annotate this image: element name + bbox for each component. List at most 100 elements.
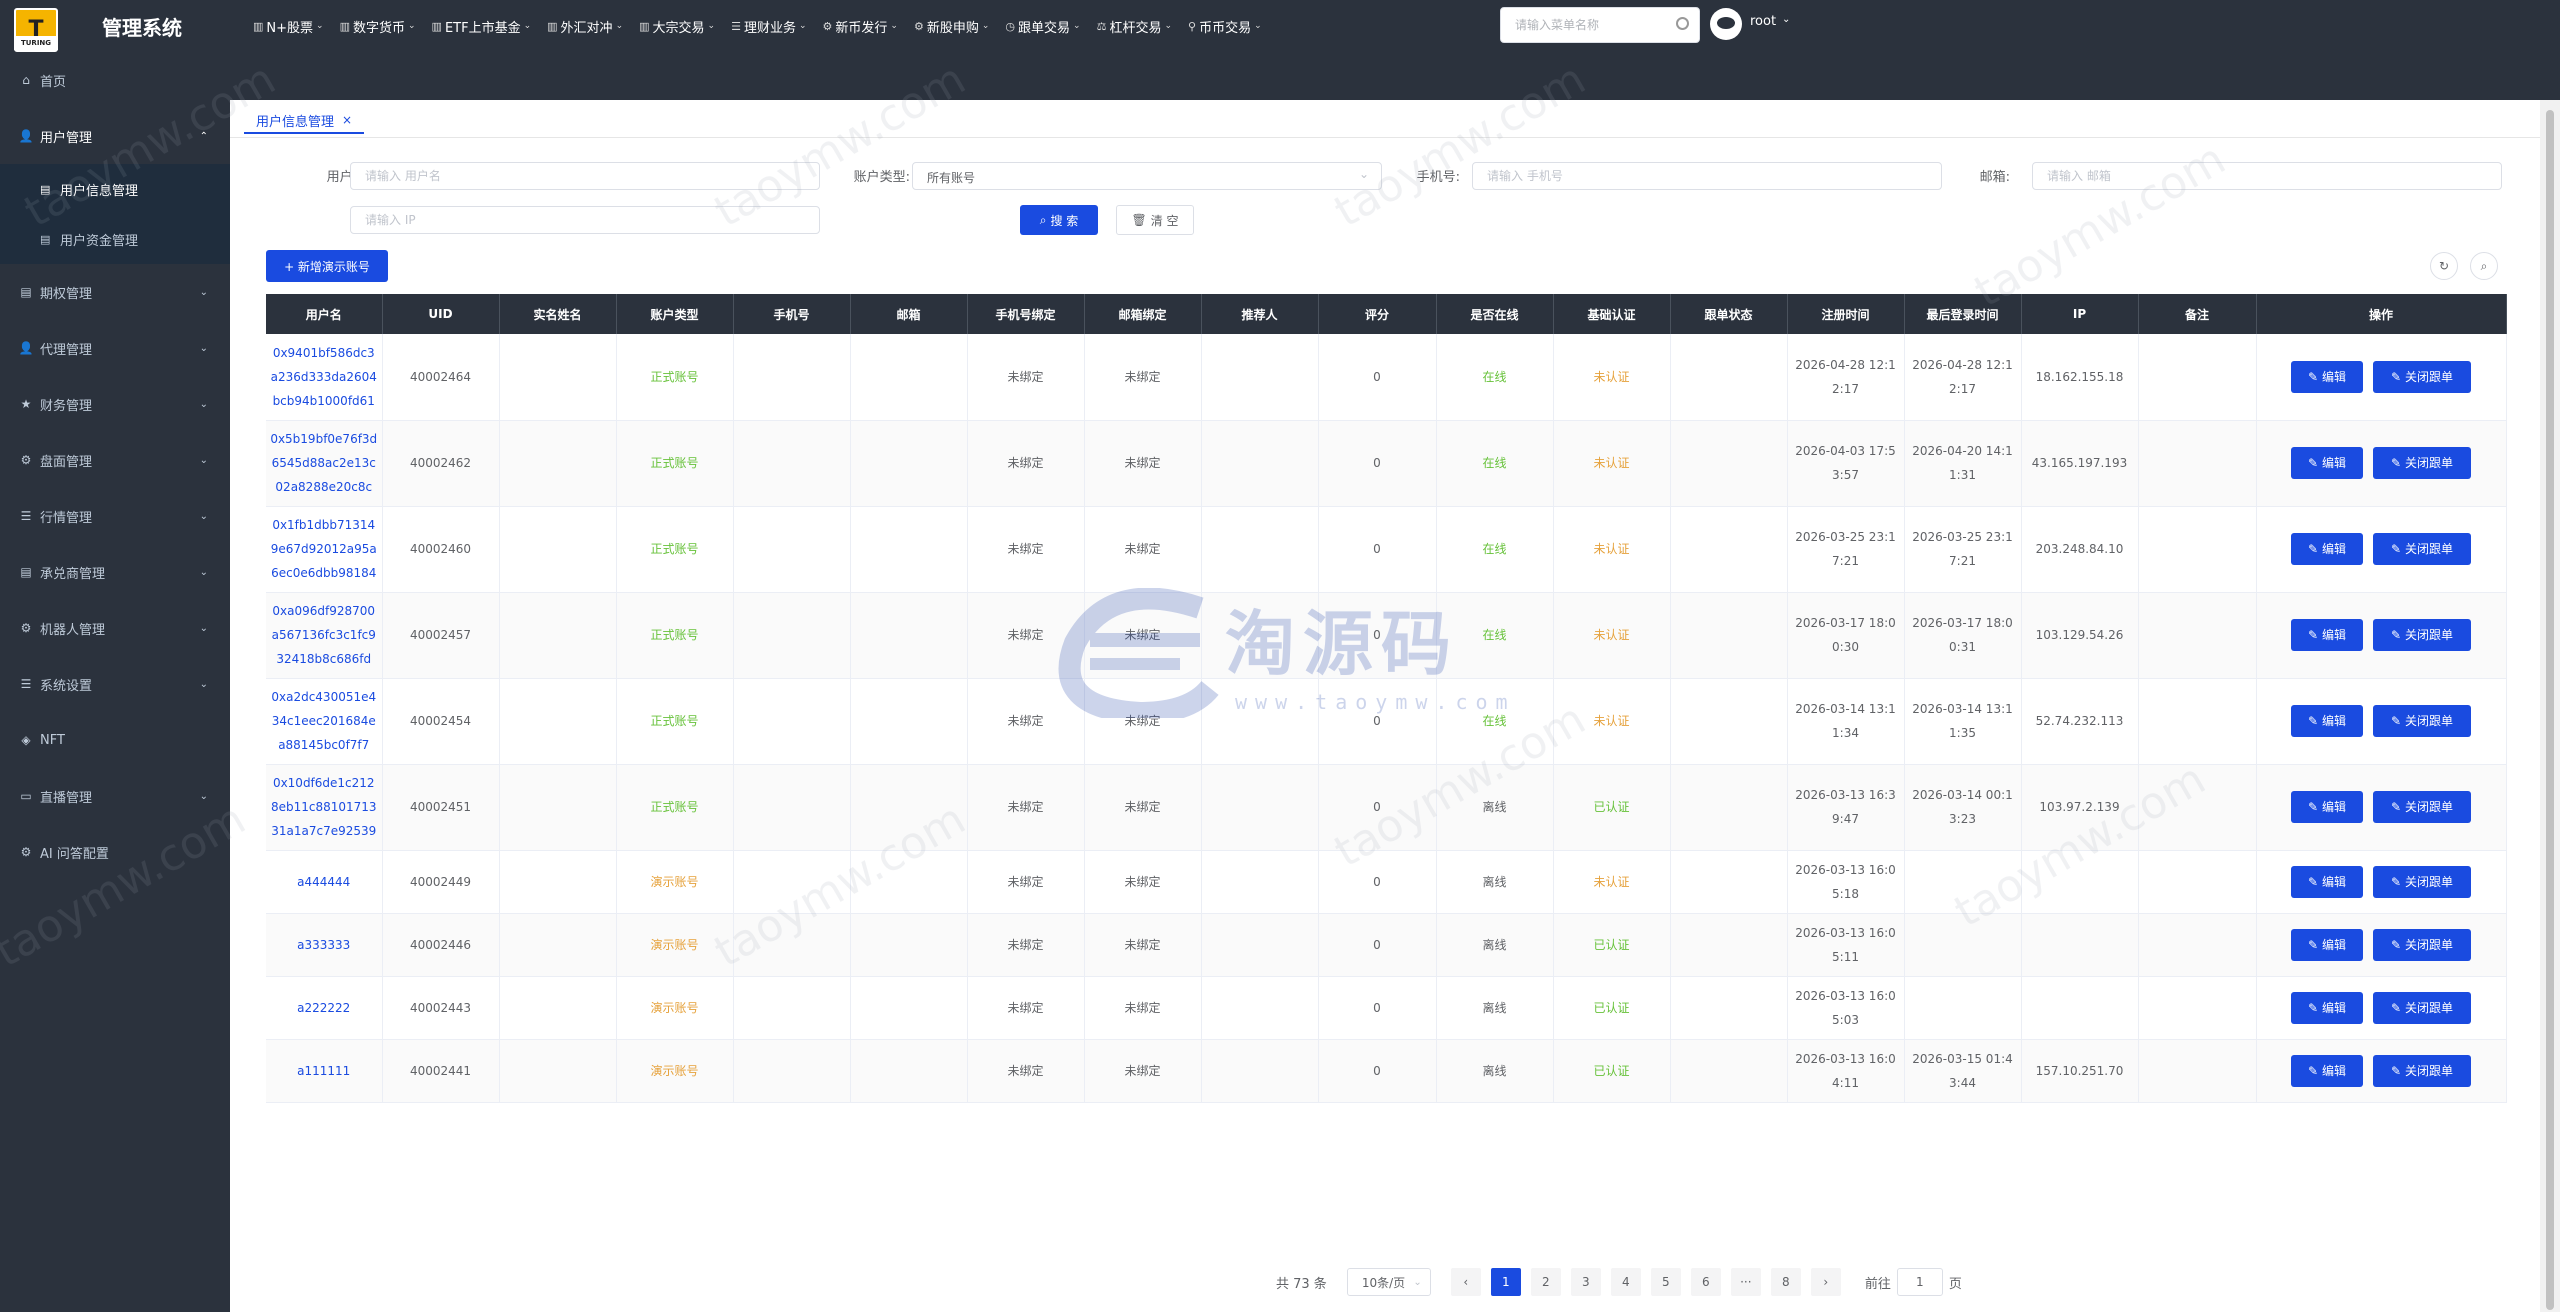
search-button[interactable]: ⌕ 搜 索 xyxy=(1020,205,1098,235)
tab-user-info[interactable]: 用户信息管理 × xyxy=(244,108,365,134)
username-field[interactable] xyxy=(350,162,820,190)
edit-button[interactable]: ✎ 编辑 xyxy=(2291,533,2363,565)
chevron-down-icon[interactable]: ⌄ xyxy=(1782,14,1790,25)
refresh-icon[interactable]: ↻ xyxy=(2430,252,2458,280)
clear-button[interactable]: 🗑 清 空 xyxy=(1116,205,1194,235)
sidebar-item-11[interactable]: ☰ 系统设置 ⌄ xyxy=(0,656,230,712)
close-icon[interactable]: × xyxy=(342,113,352,127)
avatar[interactable] xyxy=(1710,8,1742,40)
cell-email-bind: 未绑定 xyxy=(1084,764,1202,851)
edit-button-label: 编辑 xyxy=(2322,369,2347,384)
topnav-item-7[interactable]: ⚙ 新股申购 ⌄ xyxy=(909,17,994,36)
topnav-item-4[interactable]: ▥ 大宗交易 ⌄ xyxy=(634,17,720,36)
sidebar-item-14[interactable]: ⚙ AI 问答配置 xyxy=(0,824,230,880)
edit-button[interactable]: ✎ 编辑 xyxy=(2291,619,2363,651)
cell-username[interactable]: a222222 xyxy=(266,976,383,1040)
edit-button[interactable]: ✎ 编辑 xyxy=(2291,1054,2363,1087)
cell-username[interactable]: 0xa096df928700a567136fc3c1fc932418b8c686… xyxy=(266,592,383,679)
account-type-select[interactable]: 所有账号 ⌄ xyxy=(912,162,1382,190)
ip-input[interactable] xyxy=(351,207,819,233)
sidebar-item-9[interactable]: ▤ 承兑商管理 ⌄ xyxy=(0,544,230,600)
sidebar-item-1[interactable]: 👤 用户管理 ⌃ xyxy=(0,108,230,164)
page-button[interactable]: 1 xyxy=(1490,1268,1521,1296)
phone-field[interactable] xyxy=(1472,162,1942,190)
cell-username[interactable]: a333333 xyxy=(266,913,383,977)
column-header: 注册时间 xyxy=(1787,294,1905,334)
cell-username[interactable]: 0x9401bf586dc3a236d333da2604bcb94b1000fd… xyxy=(266,334,383,421)
close-follow-button[interactable]: ✎ 关闭跟单 xyxy=(2373,991,2471,1024)
page-button[interactable]: 6 xyxy=(1690,1268,1721,1296)
topnav-item-0[interactable]: ▥ N+股票 ⌄ xyxy=(248,17,329,36)
sidebar-item-12[interactable]: ◈ NFT xyxy=(0,712,230,768)
sidebar-item-6[interactable]: ★ 财务管理 ⌄ xyxy=(0,376,230,432)
cell-last-login: 2026-04-20 14:11:31 xyxy=(1904,420,2022,507)
page-button[interactable]: 3 xyxy=(1570,1268,1601,1296)
cell-username[interactable]: 0xa2dc430051e434c1eec201684ea88145bc0f7f… xyxy=(266,678,383,765)
cell-email xyxy=(850,506,968,593)
close-follow-button[interactable]: ✎ 关闭跟单 xyxy=(2373,791,2471,823)
close-follow-button[interactable]: ✎ 关闭跟单 xyxy=(2373,360,2471,393)
menu-search[interactable] xyxy=(1500,7,1700,43)
sidebar-sub-item-2[interactable]: ▤ 用户信息管理 xyxy=(0,164,230,214)
next-page-button[interactable]: › xyxy=(1810,1268,1841,1296)
cell-username[interactable]: a111111 xyxy=(266,1039,383,1103)
cell-username[interactable]: 0x10df6de1c2128eb11c8810171331a1a7c7e925… xyxy=(266,764,383,851)
sidebar-item-13[interactable]: ▭ 直播管理 ⌄ xyxy=(0,768,230,824)
page-size-select[interactable]: 10条/页 ⌄ xyxy=(1346,1268,1431,1296)
sidebar-item-0[interactable]: ⌂ 首页 xyxy=(0,52,230,108)
table-header-row: 用户名 UID 实名姓名 账户类型 手机号 邮箱 手机号绑定 邮箱绑定 推荐人 评分 是否在线 基础认… xyxy=(266,294,2507,334)
search-icon[interactable] xyxy=(1676,17,1689,30)
username[interactable]: root xyxy=(1750,14,1776,29)
cell-username[interactable]: 0x5b19bf0e76f3d6545d88ac2e13c02a8288e20c… xyxy=(266,420,383,507)
scrollbar-thumb[interactable] xyxy=(2546,110,2554,1310)
topnav-item-8[interactable]: ◷ 跟单交易 ⌄ xyxy=(1000,17,1085,36)
topnav-item-3[interactable]: ▥ 外汇对冲 ⌄ xyxy=(542,17,628,36)
page-button[interactable]: ··· xyxy=(1730,1268,1761,1296)
edit-button[interactable]: ✎ 编辑 xyxy=(2291,447,2363,479)
close-follow-button[interactable]: ✎ 关闭跟单 xyxy=(2373,619,2471,651)
sidebar-item-8[interactable]: ☰ 行情管理 ⌄ xyxy=(0,488,230,544)
ip-field[interactable] xyxy=(350,206,820,234)
sidebar-item-7[interactable]: ⚙ 盘面管理 ⌄ xyxy=(0,432,230,488)
menu-search-input[interactable] xyxy=(1501,8,1671,42)
close-follow-button[interactable]: ✎ 关闭跟单 xyxy=(2373,447,2471,479)
close-follow-button[interactable]: ✎ 关闭跟单 xyxy=(2373,705,2471,737)
prev-page-button[interactable]: ‹ xyxy=(1450,1268,1481,1296)
topnav-item-2[interactable]: ▥ ETF上市基金 ⌄ xyxy=(427,17,537,36)
page-button[interactable]: 2 xyxy=(1530,1268,1561,1296)
topnav-item-1[interactable]: ▥ 数字货币 ⌄ xyxy=(335,17,421,36)
close-follow-button[interactable]: ✎ 关闭跟单 xyxy=(2373,928,2471,961)
close-follow-button[interactable]: ✎ 关闭跟单 xyxy=(2373,865,2471,898)
sidebar-sub-item-3[interactable]: ▤ 用户资金管理 xyxy=(0,214,230,264)
phone-input[interactable] xyxy=(1473,163,1941,189)
cell-ip: 103.129.54.26 xyxy=(2021,592,2139,679)
topnav-item-10[interactable]: ⚲ 币币交易 ⌄ xyxy=(1183,17,1267,36)
cell-username[interactable]: a444444 xyxy=(266,850,383,914)
cell-reg-time: 2026-03-13 16:04:11 xyxy=(1787,1039,1905,1103)
sidebar-item-5[interactable]: 👤 代理管理 ⌄ xyxy=(0,320,230,376)
username-input[interactable] xyxy=(351,163,819,189)
page-button[interactable]: 4 xyxy=(1610,1268,1641,1296)
edit-button[interactable]: ✎ 编辑 xyxy=(2291,991,2363,1024)
page-button[interactable]: 8 xyxy=(1770,1268,1801,1296)
email-field[interactable] xyxy=(2032,162,2502,190)
scrollbar[interactable] xyxy=(2540,100,2560,1312)
edit-button[interactable]: ✎ 编辑 xyxy=(2291,791,2363,823)
edit-button[interactable]: ✎ 编辑 xyxy=(2291,928,2363,961)
sidebar-item-10[interactable]: ⚙ 机器人管理 ⌄ xyxy=(0,600,230,656)
sidebar-item-4[interactable]: ▤ 期权管理 ⌄ xyxy=(0,264,230,320)
cell-username[interactable]: 0x1fb1dbb713149e67d92012a95a6ec0e6dbb981… xyxy=(266,506,383,593)
goto-page-input[interactable]: 1 xyxy=(1896,1268,1943,1296)
edit-button[interactable]: ✎ 编辑 xyxy=(2291,360,2363,393)
topnav-item-9[interactable]: ⚖ 杠杆交易 ⌄ xyxy=(1092,17,1177,36)
close-follow-button[interactable]: ✎ 关闭跟单 xyxy=(2373,1054,2471,1087)
topnav-item-6[interactable]: ⚙ 新币发行 ⌄ xyxy=(818,17,903,36)
search-toggle-icon[interactable]: ⌕ xyxy=(2470,252,2498,280)
add-demo-account-button[interactable]: + 新增演示账号 xyxy=(266,250,388,282)
email-input[interactable] xyxy=(2033,163,2501,189)
topnav-item-5[interactable]: ☰ 理财业务 ⌄ xyxy=(726,17,811,36)
edit-button[interactable]: ✎ 编辑 xyxy=(2291,705,2363,737)
close-follow-button[interactable]: ✎ 关闭跟单 xyxy=(2373,533,2471,565)
page-button[interactable]: 5 xyxy=(1650,1268,1681,1296)
edit-button[interactable]: ✎ 编辑 xyxy=(2291,865,2363,898)
